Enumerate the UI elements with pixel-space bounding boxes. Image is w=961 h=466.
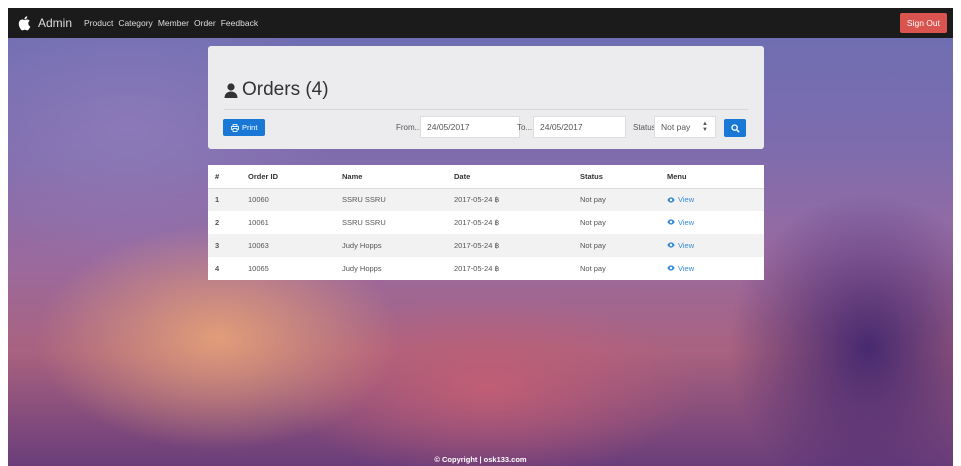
view-link[interactable]: View (667, 195, 694, 204)
order-id-cell: 10065 (248, 264, 269, 273)
view-link-label: View (678, 217, 695, 227)
name-cell: SSRU SSRU (342, 188, 454, 211)
search-button[interactable] (724, 119, 746, 137)
to-label: To... (517, 123, 533, 132)
orders-table: # Order ID Name Date Status Menu 1 10060… (208, 165, 764, 280)
status-cell: Not pay (580, 188, 667, 211)
apple-icon (18, 16, 31, 31)
status-select[interactable]: Not pay ▲ ▼ (654, 116, 716, 138)
column-header-name: Name (342, 165, 454, 189)
navbar: Admin Product Category Member Order Feed… (8, 8, 953, 38)
name-cell: SSRU SSRU (342, 218, 386, 227)
nav-link-order[interactable]: Order (194, 18, 216, 28)
page-title: Orders (4) (224, 79, 329, 101)
date-cell: 2017-05-24 ฿ (454, 264, 500, 273)
from-date-input[interactable]: 24/05/2017 (420, 116, 520, 138)
view-link[interactable]: View (667, 218, 694, 227)
order-id-cell: 10063 (248, 234, 342, 257)
sign-out-button[interactable]: Sign Out (899, 13, 947, 33)
status-label: Status (633, 123, 656, 132)
status-select-value: Not pay (661, 122, 691, 132)
date-cell: 2017-05-24 ฿ (454, 234, 580, 257)
row-number: 1 (208, 188, 248, 211)
page-title-text: Orders (4) (242, 79, 329, 100)
select-arrow-icon: ▲ ▼ (702, 121, 708, 133)
table-row: 2 10061 SSRU SSRU 2017-05-24 ฿ Not pay V… (208, 211, 764, 234)
row-number: 2 (215, 218, 220, 227)
column-header-status: Status (580, 165, 667, 189)
brand[interactable]: Admin (18, 15, 72, 31)
date-cell: 2017-05-24 ฿ (454, 218, 500, 227)
nav-link-member[interactable]: Member (158, 18, 189, 28)
view-link-label: View (678, 263, 695, 273)
menu-cell: View (667, 234, 764, 257)
footer-copyright: © Copyright | osk133.com (434, 455, 527, 464)
print-button[interactable]: Print (223, 119, 266, 136)
name-cell: Judy Hopps (342, 234, 454, 257)
nav-link-category[interactable]: Category (118, 18, 153, 28)
order-id-cell: 10060 (248, 188, 342, 211)
to-date-input[interactable]: 24/05/2017 (533, 116, 626, 138)
order-id-cell: 10061 (248, 218, 269, 227)
from-label: From... (396, 123, 422, 132)
status-cell: Not pay (580, 264, 606, 273)
nav-link-feedback[interactable]: Feedback (221, 18, 258, 28)
eye-icon (667, 265, 675, 271)
eye-icon (667, 242, 675, 248)
table-row: 4 10065 Judy Hopps 2017-05-24 ฿ Not pay … (208, 257, 764, 280)
nav-links: Product Category Member Order Feedback (84, 18, 263, 28)
view-link-label: View (678, 195, 695, 204)
date-cell: 2017-05-24 ฿ (454, 188, 580, 211)
nav-link-product[interactable]: Product (84, 18, 113, 28)
row-number: 3 (208, 234, 248, 257)
column-header-number: # (208, 165, 248, 189)
view-link[interactable]: View (667, 264, 694, 273)
orders-panel: Orders (4) Print From... 24/05/2017 To..… (208, 46, 764, 149)
view-link[interactable]: View (667, 241, 694, 250)
table-header-row: # Order ID Name Date Status Menu (208, 165, 764, 189)
eye-icon (667, 219, 675, 225)
status-cell: Not pay (580, 234, 667, 257)
eye-icon (667, 196, 675, 203)
name-cell: Judy Hopps (342, 264, 382, 273)
print-icon (231, 123, 239, 132)
brand-text: Admin (38, 16, 73, 30)
column-header-date: Date (454, 165, 580, 189)
menu-cell: View (667, 188, 764, 211)
column-header-order-id: Order ID (248, 165, 342, 189)
print-label: Print (242, 123, 258, 132)
menu-cell: View (667, 257, 764, 280)
row-number: 4 (215, 264, 220, 273)
user-icon (224, 82, 238, 98)
divider (224, 109, 748, 110)
status-cell: Not pay (580, 218, 606, 227)
table-row: 3 10063 Judy Hopps 2017-05-24 ฿ Not pay … (208, 234, 764, 257)
column-header-menu: Menu (667, 165, 764, 189)
search-icon (730, 123, 740, 133)
menu-cell: View (667, 211, 764, 234)
table-row: 1 10060 SSRU SSRU 2017-05-24 ฿ Not pay V… (208, 188, 764, 211)
view-link-label: View (678, 240, 695, 250)
